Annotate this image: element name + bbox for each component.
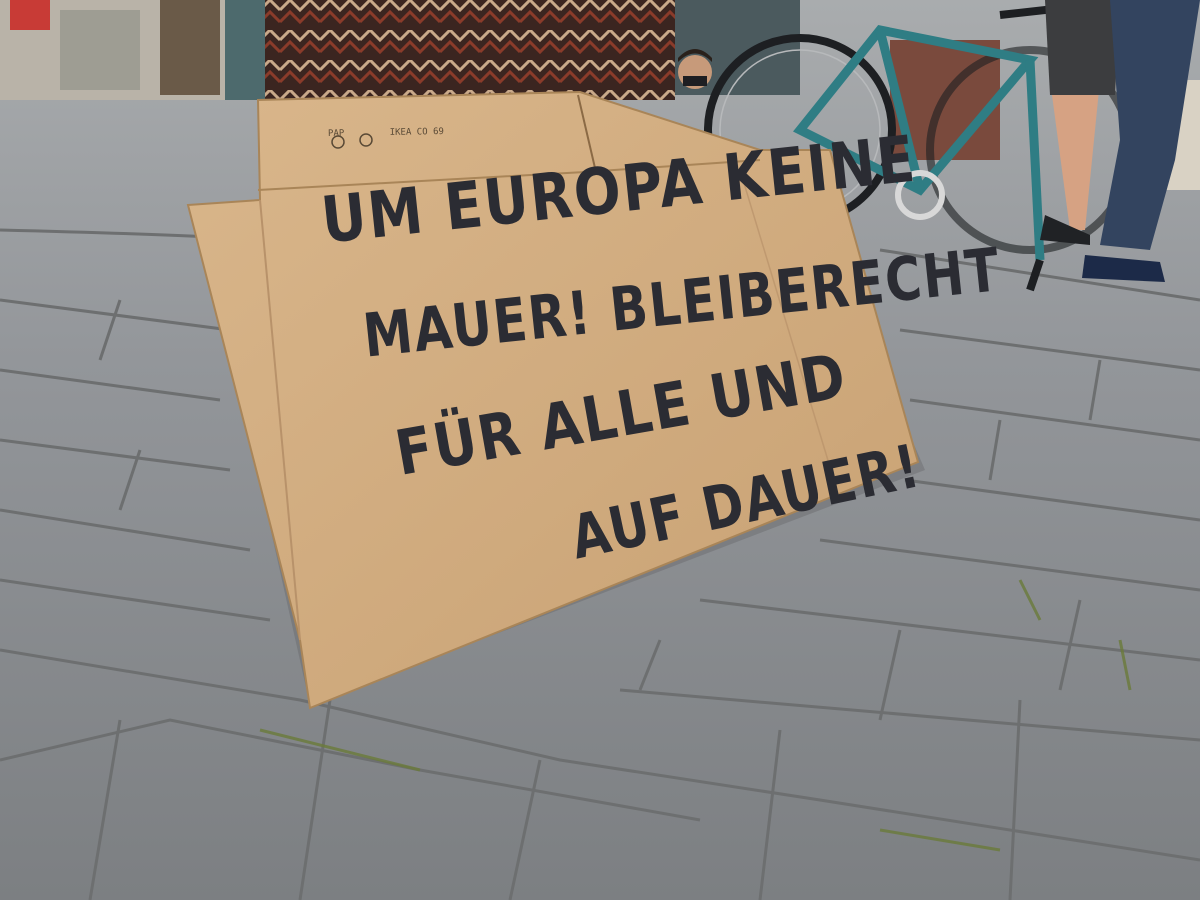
child-figure [678,49,712,89]
box-code: IKEA CO 69 [389,126,444,138]
box-print: PAP IKEA CO 69 [328,127,444,139]
recycle-mark: PAP [327,128,345,140]
